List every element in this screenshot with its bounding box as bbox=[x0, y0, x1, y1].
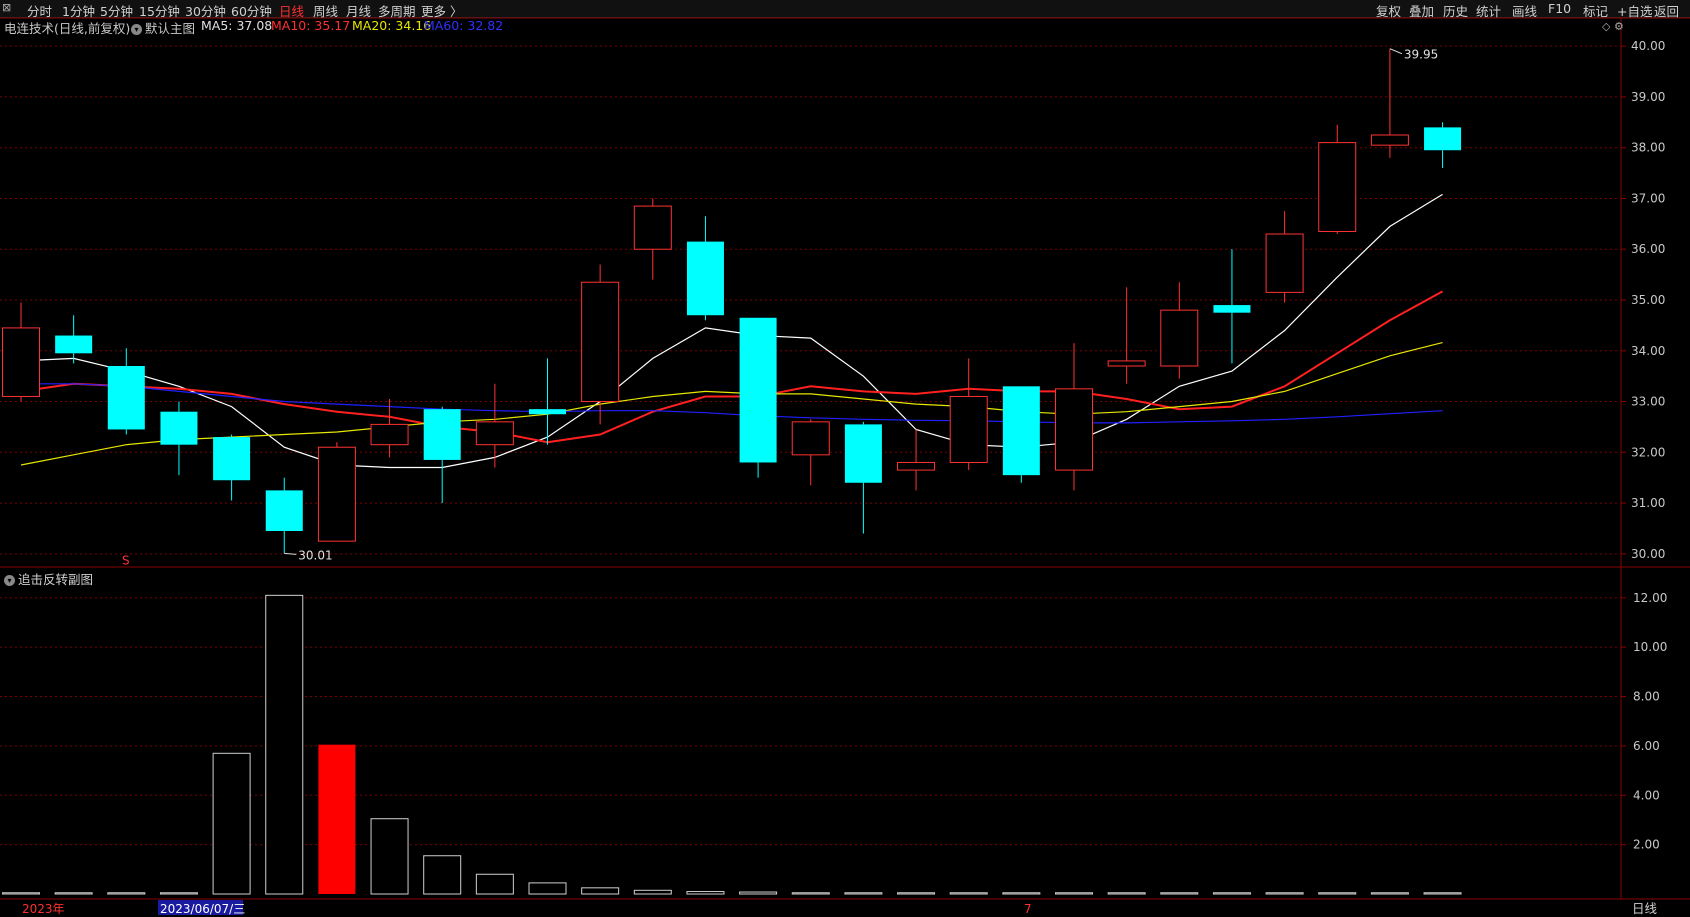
y-tick-label: 8.00 bbox=[1633, 690, 1660, 704]
period-tab[interactable]: 日线 bbox=[1632, 898, 1657, 917]
sub-chart-title-text: 追击反转副图 bbox=[18, 572, 94, 587]
ma20-value: MA20: 34.16 bbox=[352, 18, 432, 33]
y-tick-label: 31.00 bbox=[1631, 496, 1665, 510]
indicator-bar bbox=[1212, 892, 1251, 895]
candle-up bbox=[2, 327, 40, 397]
indicator-bar bbox=[633, 889, 672, 895]
candle-up bbox=[633, 205, 672, 250]
candle-up bbox=[897, 461, 936, 471]
candle-up bbox=[1160, 309, 1199, 367]
candle-down bbox=[160, 411, 198, 445]
y-tick-label: 36.00 bbox=[1631, 242, 1665, 256]
indicator-bar bbox=[528, 882, 567, 895]
indicator-bar bbox=[1370, 892, 1409, 895]
indicator-bar bbox=[423, 855, 462, 895]
y-tick-label: 30.00 bbox=[1631, 547, 1665, 561]
chevron-down-icon: ▾ bbox=[4, 575, 15, 586]
candle-down bbox=[1424, 127, 1462, 151]
indicator-bar bbox=[1423, 892, 1462, 895]
y-tick-label: 40.00 bbox=[1631, 39, 1665, 53]
candle-down bbox=[529, 409, 566, 415]
high-price-label: 39.95 bbox=[1404, 48, 1438, 62]
x-month-label: 7 bbox=[1024, 902, 1032, 915]
indicator-bar bbox=[1160, 892, 1199, 895]
main-chart-selector[interactable]: ▾ 默认主图 bbox=[131, 18, 195, 37]
chart-title: 电连技术(日线,前复权) bbox=[4, 21, 131, 36]
indicator-bar bbox=[212, 752, 251, 895]
indicator-bar bbox=[581, 887, 620, 895]
candle-up bbox=[317, 446, 356, 542]
indicator-bar bbox=[686, 891, 725, 895]
indicator-bar bbox=[318, 744, 356, 894]
candle-up bbox=[1055, 388, 1093, 471]
indicator-bar bbox=[2, 892, 40, 895]
candle-up bbox=[581, 281, 620, 403]
y-tick-label: 32.00 bbox=[1631, 445, 1665, 459]
indicator-bar bbox=[1318, 892, 1357, 895]
candle-up bbox=[1265, 233, 1304, 293]
candle-down bbox=[55, 335, 93, 354]
candle-down bbox=[265, 490, 303, 531]
candle-down bbox=[423, 409, 461, 460]
y-tick-label: 35.00 bbox=[1631, 293, 1665, 307]
y-tick-label: 34.00 bbox=[1631, 344, 1665, 358]
candle-down bbox=[844, 424, 882, 483]
stock-chart: 40.00 39.00 38.00 37.00 36.00 35.00 34.00 33.00… bbox=[0, 17, 1690, 915]
y-tick-label: 4.00 bbox=[1633, 788, 1660, 802]
indicator-bar bbox=[1002, 892, 1041, 895]
sub-chart-title[interactable]: ▾ 追击反转副图 bbox=[4, 569, 93, 588]
candle-down bbox=[739, 317, 777, 463]
y-tick-label: 38.00 bbox=[1631, 141, 1665, 155]
y-tick-label: 33.00 bbox=[1631, 395, 1665, 409]
indicator-bar bbox=[949, 892, 988, 895]
candle-down bbox=[107, 366, 145, 430]
candle-up bbox=[949, 395, 988, 463]
ma-line-ma60 bbox=[21, 383, 1443, 424]
selected-date-label: 2023/06/07/三 bbox=[160, 902, 245, 915]
ma10-value: MA10: 35.17 bbox=[271, 18, 351, 33]
candle-down bbox=[1213, 305, 1251, 313]
chevron-down-icon: ▾ bbox=[131, 24, 142, 35]
indicator-bar bbox=[791, 892, 830, 895]
y-tick-label: 37.00 bbox=[1631, 191, 1665, 205]
candle-down bbox=[686, 241, 724, 316]
candle-up bbox=[791, 421, 830, 456]
indicator-bar bbox=[1265, 892, 1304, 895]
indicator-bar bbox=[107, 892, 146, 895]
candle-up bbox=[475, 421, 514, 446]
ma60-value: MA60: 32.82 bbox=[424, 18, 504, 33]
ma-line-ma10 bbox=[20, 290, 1444, 444]
candle-up bbox=[1318, 142, 1357, 232]
y-tick-label: 6.00 bbox=[1633, 739, 1660, 753]
candle-down bbox=[1002, 386, 1040, 476]
x-year-label: 2023年 bbox=[22, 902, 65, 915]
candle-down bbox=[213, 437, 251, 481]
chart-option-icons[interactable]: ◇ ⚙ bbox=[1602, 20, 1624, 33]
y-tick-label: 39.00 bbox=[1631, 90, 1665, 104]
candle-up bbox=[370, 423, 409, 446]
indicator-bar bbox=[1107, 892, 1146, 895]
indicator-bar bbox=[844, 892, 883, 895]
indicator-bar bbox=[475, 873, 514, 895]
y-tick-label: 10.00 bbox=[1633, 640, 1667, 654]
y-tick-label: 2.00 bbox=[1633, 838, 1660, 852]
indicator-bar bbox=[159, 892, 198, 895]
indicator-bar bbox=[897, 892, 936, 895]
indicator-bar bbox=[265, 594, 304, 895]
low-price-label: 30.01 bbox=[298, 548, 332, 562]
y-tick-label: 12.00 bbox=[1633, 591, 1667, 605]
high-marker-line bbox=[1389, 48, 1403, 55]
indicator-bar bbox=[1055, 892, 1093, 895]
sell-signal-marker: S bbox=[122, 553, 130, 567]
ma-line-ma5 bbox=[20, 193, 1443, 469]
ma5-value: MA5: 37.08 bbox=[201, 18, 273, 33]
indicator-bar bbox=[370, 818, 409, 895]
main-chart-label: 默认主图 bbox=[145, 21, 196, 36]
candle-up bbox=[1107, 360, 1146, 367]
indicator-bar bbox=[54, 892, 93, 895]
candle-up bbox=[1370, 134, 1409, 146]
indicator-bar bbox=[739, 891, 778, 895]
